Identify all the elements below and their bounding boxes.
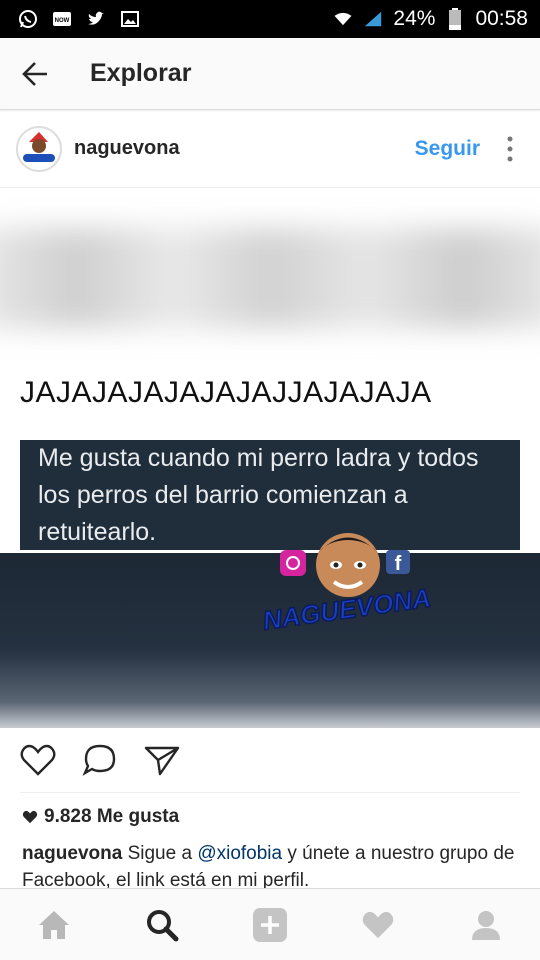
page-title: Explorar	[90, 59, 192, 87]
activity-heart-icon	[362, 911, 394, 938]
follow-button[interactable]: Seguir	[415, 137, 480, 161]
post-header: naguevona Seguir	[0, 110, 540, 188]
search-icon	[147, 909, 179, 941]
status-bar: NOW 24% 00:58	[0, 0, 540, 38]
nav-add-post[interactable]	[240, 895, 300, 955]
likes-count[interactable]: 9.828 Me gusta	[22, 806, 179, 828]
avatar[interactable]	[16, 125, 62, 172]
more-options-button[interactable]	[480, 129, 540, 169]
caption-text-1: Sigue a	[122, 843, 198, 864]
caption-username[interactable]: naguevona	[22, 843, 122, 864]
wifi-icon	[333, 9, 353, 29]
add-post-icon	[253, 907, 287, 942]
heart-icon	[20, 744, 56, 776]
notification-icons: NOW	[0, 9, 140, 29]
small-heart-icon	[22, 810, 38, 824]
profile-icon	[472, 910, 500, 940]
naguevona-watermark-logo: f NAGUEVONA	[260, 533, 433, 636]
post-image[interactable]: JAJAJAJAJAJAJAJJAJAJAJA Me gusta cuando …	[0, 188, 540, 728]
app-bar: Explorar	[0, 38, 540, 110]
nav-home[interactable]	[24, 895, 84, 955]
actions-divider	[20, 792, 520, 793]
nav-profile[interactable]	[456, 895, 516, 955]
post-username[interactable]: naguevona	[74, 137, 180, 160]
battery-icon	[445, 8, 465, 30]
caption-mention-link[interactable]: @xiofobia	[197, 843, 282, 864]
image-title-text: JAJAJAJAJAJAJAJJAJAJAJA	[20, 376, 432, 409]
avatar-image	[18, 127, 60, 170]
now-icon: NOW	[52, 9, 72, 29]
back-arrow-icon	[22, 61, 47, 86]
twitter-icon	[86, 9, 106, 29]
nav-activity[interactable]	[348, 895, 408, 955]
svg-text:f: f	[395, 553, 402, 575]
like-button[interactable]	[18, 740, 58, 780]
more-vertical-icon	[507, 136, 513, 161]
svg-text:NOW: NOW	[55, 18, 70, 24]
home-icon	[39, 910, 69, 939]
comment-icon	[82, 744, 116, 776]
bottom-nav	[0, 888, 540, 960]
blurred-region	[0, 228, 540, 328]
back-button[interactable]	[0, 38, 70, 110]
share-button[interactable]	[142, 740, 182, 780]
nav-search[interactable]	[132, 895, 192, 955]
direct-share-icon	[144, 746, 180, 776]
clock: 00:58	[475, 7, 528, 30]
likes-text: 9.828 Me gusta	[44, 806, 180, 827]
signal-icon	[363, 9, 383, 29]
battery-percent: 24%	[393, 7, 436, 30]
whatsapp-icon	[18, 9, 38, 29]
gallery-icon	[120, 9, 140, 29]
comment-button[interactable]	[80, 740, 120, 780]
post-caption: naguevona Sigue a @xiofobia y únete a nu…	[22, 840, 522, 894]
post-actions	[0, 728, 540, 792]
